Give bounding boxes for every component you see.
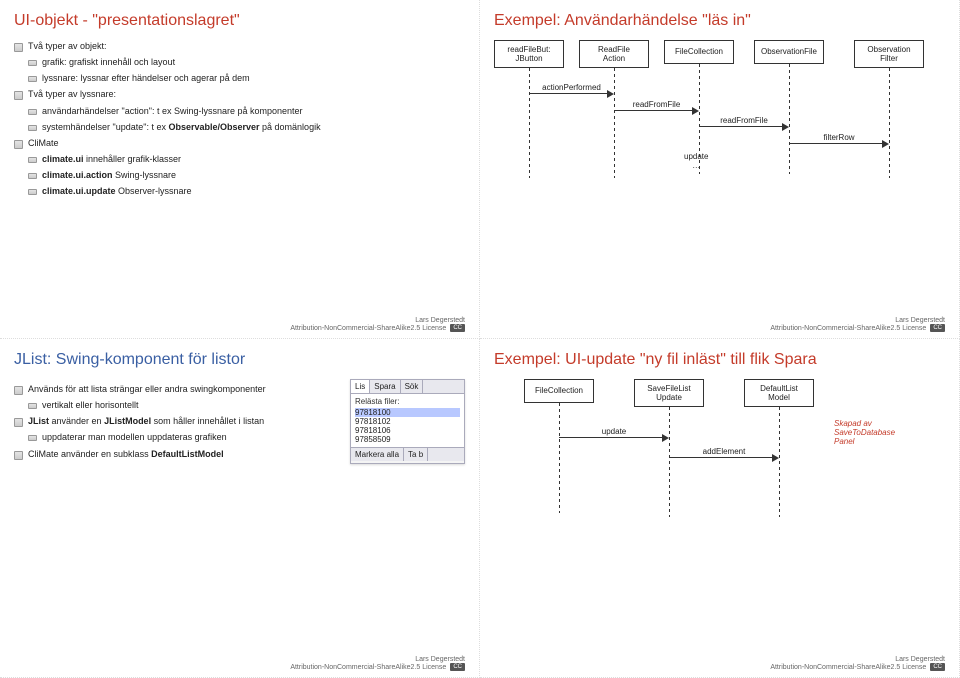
seq-arrow: addElement: [669, 449, 779, 461]
list-item: CliMate använder en subklass DefaultList…: [14, 448, 336, 460]
tab[interactable]: Spara: [370, 380, 400, 393]
list-row[interactable]: 97818102: [355, 417, 460, 426]
list-item: uppdaterar man modellen uppdateras grafi…: [28, 431, 336, 443]
tab[interactable]: Sök: [401, 380, 424, 393]
seq-arrow: readFromFile: [699, 118, 789, 130]
button[interactable]: Markera alla: [351, 448, 404, 461]
list-item: climate.ui innehåller grafik-klasser: [28, 153, 465, 165]
tabs: Lis Spara Sök: [351, 380, 464, 394]
footer: Lars Degerstedt Attribution-NonCommercia…: [770, 317, 945, 332]
footer: Lars Degerstedt Attribution-NonCommercia…: [290, 317, 465, 332]
seq-note: Skapad avSaveToDatabasePanel: [834, 419, 924, 446]
list-row[interactable]: 97818106: [355, 426, 460, 435]
sequence-diagram: FileCollection SaveFileListUpdate Defaul…: [494, 379, 945, 519]
slide3-list: Används för att lista strängar eller and…: [14, 379, 336, 464]
lifeline-box: DefaultListModel: [744, 379, 814, 407]
seq-arrow: readFromFile: [614, 102, 699, 114]
slide-exempel-ui-update: Exempel: UI-update "ny fil inläst" till …: [480, 339, 960, 678]
jlist-screenshot: Lis Spara Sök Relästa filer: 97818100 97…: [350, 379, 465, 464]
list-item: Två typer av objekt:: [14, 40, 465, 52]
list-item: climate.ui.action Swing-lyssnare: [28, 169, 465, 181]
list-item: grafik: grafiskt innehåll och layout: [28, 56, 465, 68]
list-item: climate.ui.update Observer-lyssnare: [28, 185, 465, 197]
cc-badge-icon: CC: [930, 663, 945, 671]
panel-label: Relästa filer:: [355, 397, 460, 406]
lifeline-box: FileCollection: [524, 379, 594, 403]
footer: Lars Degerstedt Attribution-NonCommercia…: [770, 656, 945, 671]
sequence-diagram: readFileBut:JButton ReadFileAction FileC…: [494, 40, 945, 190]
list-row[interactable]: 97858509: [355, 435, 460, 444]
list-item: systemhändelser "update": t ex Observabl…: [28, 121, 465, 133]
cc-badge-icon: CC: [450, 324, 465, 332]
file-list[interactable]: 97818100 97818102 97818106 97858509: [355, 408, 460, 444]
lifeline-box: readFileBut:JButton: [494, 40, 564, 68]
list-item: CliMate: [14, 137, 465, 149]
seq-arrow: filterRow: [789, 135, 889, 147]
footer: Lars Degerstedt Attribution-NonCommercia…: [290, 656, 465, 671]
slide4-title: Exempel: UI-update "ny fil inläst" till …: [494, 351, 945, 369]
slide2-title: Exempel: Användarhändelse "läs in": [494, 12, 945, 30]
list-row[interactable]: 97818100: [355, 408, 460, 417]
slide-jlist: JList: Swing-komponent för listor Använd…: [0, 339, 480, 678]
slide-ui-objekt: UI-objekt - "presentationslagret" Två ty…: [0, 0, 480, 339]
list-item: JList använder en JListModel som håller …: [14, 415, 336, 427]
list-item: Används för att lista strängar eller and…: [14, 383, 336, 395]
slide1-list: Två typer av objekt: grafik: grafiskt in…: [14, 40, 465, 197]
seq-arrow: update: [559, 429, 669, 441]
slide-exempel-las-in: Exempel: Användarhändelse "läs in" readF…: [480, 0, 960, 339]
list-item: vertikalt eller horisontellt: [28, 399, 336, 411]
tab[interactable]: Lis: [351, 380, 370, 393]
list-item: Två typer av lyssnare:: [14, 88, 465, 100]
slide3-title: JList: Swing-komponent för listor: [14, 351, 465, 369]
list-item: användarhändelser "action": t ex Swing-l…: [28, 105, 465, 117]
lifeline-box: ObservationFile: [754, 40, 824, 64]
lifeline-box: FileCollection: [664, 40, 734, 64]
cc-badge-icon: CC: [450, 663, 465, 671]
lifeline-box: ReadFileAction: [579, 40, 649, 68]
lifeline-box: SaveFileListUpdate: [634, 379, 704, 407]
button[interactable]: Ta b: [404, 448, 428, 461]
panel-buttons: Markera alla Ta b: [351, 447, 464, 461]
list-item: lyssnare: lyssnar efter händelser och ag…: [28, 72, 465, 84]
seq-arrow: actionPerformed: [529, 85, 614, 97]
slide1-title: UI-objekt - "presentationslagret": [14, 12, 465, 30]
seq-label: update…: [684, 152, 708, 170]
cc-badge-icon: CC: [930, 324, 945, 332]
lifeline-box: ObservationFilter: [854, 40, 924, 68]
